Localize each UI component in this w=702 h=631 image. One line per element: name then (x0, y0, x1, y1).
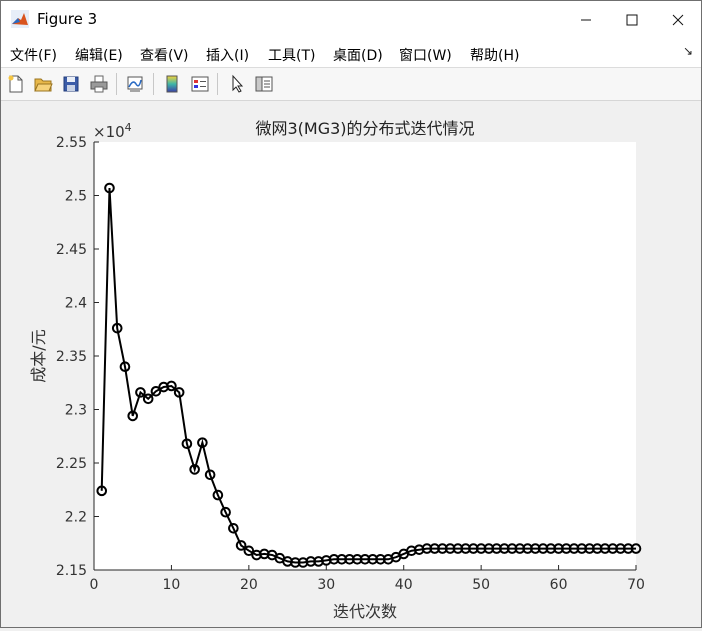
dock-arrow-icon[interactable]: ↘ (683, 44, 693, 58)
chart[interactable]: 微网3(MG3)的分布式迭代情况 ×104 迭代次数 成本/元 0 10 20 30 4… (1, 101, 701, 627)
figure-window: Figure 3 文件(F) 编辑(E) 查看(V) 插入(I) 工具(T) 桌… (0, 0, 702, 628)
plot-area (94, 142, 636, 570)
menu-window[interactable]: 窗口(W) (399, 45, 452, 65)
x-tick-label: 0 (90, 577, 99, 593)
x-tick-label: 10 (163, 577, 181, 593)
maximize-button[interactable] (609, 1, 655, 39)
y-tick-label: 2.25 (56, 456, 87, 472)
menu-tools[interactable]: 工具(T) (268, 45, 315, 65)
menu-desktop[interactable]: 桌面(D) (333, 45, 383, 65)
toolbar-separator (116, 73, 117, 95)
x-tick-label: 70 (627, 577, 645, 593)
x-tick-label: 60 (550, 577, 568, 593)
edit-plot-arrow-icon[interactable] (225, 72, 249, 96)
y-tick-label: 2.3 (65, 403, 87, 419)
y-tick-label: 2.35 (56, 349, 87, 365)
y-tick-label: 2.45 (56, 242, 87, 258)
close-icon (672, 14, 684, 26)
link-plot-icon[interactable] (123, 72, 147, 96)
new-figure-icon[interactable] (4, 72, 28, 96)
figure-toolbar (1, 68, 701, 101)
y-tick-label: 2.2 (65, 510, 87, 526)
exponent-label: ×104 (93, 121, 132, 141)
x-tick-label: 20 (240, 577, 258, 593)
menu-help[interactable]: 帮助(H) (470, 45, 519, 65)
minimize-button[interactable] (563, 1, 609, 39)
menu-bar: 文件(F) 编辑(E) 查看(V) 插入(I) 工具(T) 桌面(D) 窗口(W… (1, 39, 701, 68)
figure-canvas: 微网3(MG3)的分布式迭代情况 ×104 迭代次数 成本/元 0 10 20 30 4… (1, 101, 701, 627)
menu-view[interactable]: 查看(V) (140, 45, 189, 65)
property-inspector-icon[interactable] (252, 72, 276, 96)
open-file-icon[interactable] (31, 72, 55, 96)
insert-legend-icon[interactable] (188, 72, 212, 96)
toolbar-separator (217, 73, 218, 95)
maximize-icon (626, 14, 638, 26)
x-tick-label: 30 (317, 577, 335, 593)
menu-file[interactable]: 文件(F) (10, 45, 57, 65)
title-bar: Figure 3 (1, 1, 701, 39)
save-icon[interactable] (59, 72, 83, 96)
x-tick-label: 40 (395, 577, 413, 593)
toolbar-separator (153, 73, 154, 95)
x-tick-label: 50 (472, 577, 490, 593)
close-button[interactable] (655, 1, 701, 39)
insert-colorbar-icon[interactable] (160, 72, 184, 96)
x-axis-label: 迭代次数 (333, 602, 397, 621)
print-icon[interactable] (87, 72, 111, 96)
window-title: Figure 3 (37, 10, 98, 28)
matlab-icon (11, 10, 29, 28)
y-axis-label: 成本/元 (29, 329, 48, 382)
menu-edit[interactable]: 编辑(E) (75, 45, 123, 65)
menu-insert[interactable]: 插入(I) (206, 45, 249, 65)
minimize-icon (581, 19, 591, 21)
y-tick-label: 2.5 (65, 189, 87, 205)
y-tick-label: 2.4 (65, 296, 87, 312)
chart-title: 微网3(MG3)的分布式迭代情况 (255, 119, 474, 138)
y-tick-label: 2.55 (56, 135, 87, 151)
y-tick-label: 2.15 (56, 563, 87, 579)
